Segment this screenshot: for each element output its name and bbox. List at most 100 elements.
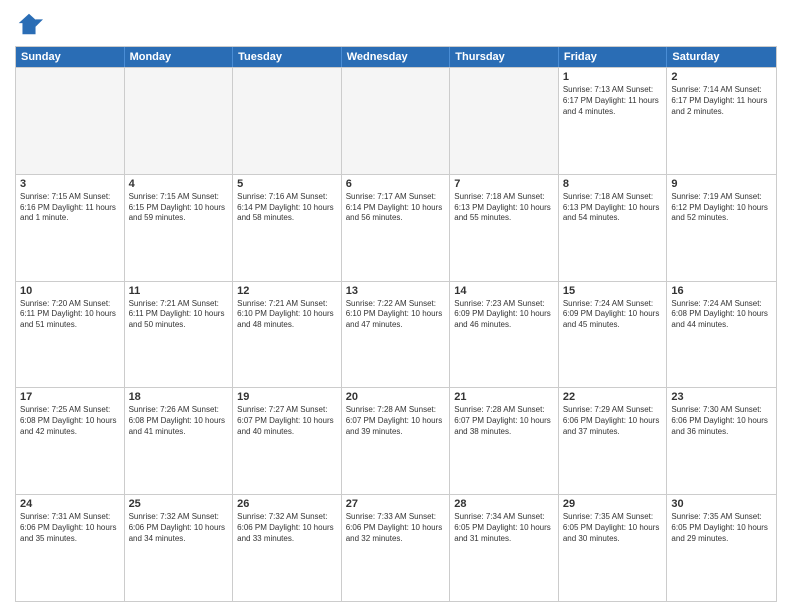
cal-cell: 29 Sunrise: 7:35 AM Sunset: 6:05 PM Dayli… [559, 495, 668, 601]
day-number: 2 [671, 71, 772, 83]
cal-cell: 2 Sunrise: 7:14 AM Sunset: 6:17 PM Daylig… [667, 68, 776, 174]
day-number: 8 [563, 178, 663, 190]
header-cell-tuesday: Tuesday [233, 47, 342, 67]
day-number: 10 [20, 285, 120, 297]
day-number: 3 [20, 178, 120, 190]
cal-cell: 18 Sunrise: 7:26 AM Sunset: 6:08 PM Dayli… [125, 388, 234, 494]
cal-row-4: 24 Sunrise: 7:31 AM Sunset: 6:06 PM Dayli… [16, 494, 776, 601]
day-info: Sunrise: 7:33 AM Sunset: 6:06 PM Dayligh… [346, 512, 446, 544]
day-number: 22 [563, 391, 663, 403]
day-info: Sunrise: 7:32 AM Sunset: 6:06 PM Dayligh… [237, 512, 337, 544]
day-number: 23 [671, 391, 772, 403]
day-number: 20 [346, 391, 446, 403]
header [15, 10, 777, 38]
day-number: 24 [20, 498, 120, 510]
cal-cell: 14Sunrise: 7:23 AM Sunset: 6:09 PM Dayli… [450, 282, 559, 388]
day-info: Sunrise: 7:35 AM Sunset: 6:05 PM Dayligh… [563, 512, 663, 544]
logo [15, 10, 47, 38]
day-number: 30 [671, 498, 772, 510]
cal-cell: 26 Sunrise: 7:32 AM Sunset: 6:06 PM Dayli… [233, 495, 342, 601]
day-info: Sunrise: 7:27 AM Sunset: 6:07 PM Dayligh… [237, 405, 337, 437]
day-number: 15 [563, 285, 663, 297]
header-cell-saturday: Saturday [667, 47, 776, 67]
day-info: Sunrise: 7:21 AM Sunset: 6:10 PM Dayligh… [237, 299, 337, 331]
day-info: Sunrise: 7:20 AM Sunset: 6:11 PM Dayligh… [20, 299, 120, 331]
day-info: Sunrise: 7:31 AM Sunset: 6:06 PM Dayligh… [20, 512, 120, 544]
day-info: Sunrise: 7:15 AM Sunset: 6:16 PM Dayligh… [20, 192, 120, 224]
day-number: 7 [454, 178, 554, 190]
day-info: Sunrise: 7:30 AM Sunset: 6:06 PM Dayligh… [671, 405, 772, 437]
day-number: 6 [346, 178, 446, 190]
calendar-header: SundayMondayTuesdayWednesdayThursdayFrid… [16, 47, 776, 67]
cal-cell: 9 Sunrise: 7:19 AM Sunset: 6:12 PM Daylig… [667, 175, 776, 281]
day-number: 1 [563, 71, 663, 83]
day-number: 21 [454, 391, 554, 403]
day-number: 5 [237, 178, 337, 190]
day-number: 17 [20, 391, 120, 403]
day-number: 25 [129, 498, 229, 510]
cal-cell: 19 Sunrise: 7:27 AM Sunset: 6:07 PM Dayli… [233, 388, 342, 494]
cal-cell: 7 Sunrise: 7:18 AM Sunset: 6:13 PM Daylig… [450, 175, 559, 281]
cal-cell: 8 Sunrise: 7:18 AM Sunset: 6:13 PM Daylig… [559, 175, 668, 281]
cal-cell [16, 68, 125, 174]
cal-cell: 12 Sunrise: 7:21 AM Sunset: 6:10 PM Dayli… [233, 282, 342, 388]
day-number: 29 [563, 498, 663, 510]
day-info: Sunrise: 7:14 AM Sunset: 6:17 PM Dayligh… [671, 85, 772, 117]
cal-cell: 13Sunrise: 7:22 AM Sunset: 6:10 PM Dayli… [342, 282, 451, 388]
day-info: Sunrise: 7:15 AM Sunset: 6:15 PM Dayligh… [129, 192, 229, 224]
day-number: 11 [129, 285, 229, 297]
day-info: Sunrise: 7:18 AM Sunset: 6:13 PM Dayligh… [454, 192, 554, 224]
header-cell-thursday: Thursday [450, 47, 559, 67]
day-number: 12 [237, 285, 337, 297]
header-cell-sunday: Sunday [16, 47, 125, 67]
cal-cell [233, 68, 342, 174]
day-info: Sunrise: 7:29 AM Sunset: 6:06 PM Dayligh… [563, 405, 663, 437]
day-info: Sunrise: 7:26 AM Sunset: 6:08 PM Dayligh… [129, 405, 229, 437]
cal-cell: 23 Sunrise: 7:30 AM Sunset: 6:06 PM Dayli… [667, 388, 776, 494]
day-info: Sunrise: 7:24 AM Sunset: 6:08 PM Dayligh… [671, 299, 772, 331]
cal-cell: 27 Sunrise: 7:33 AM Sunset: 6:06 PM Dayli… [342, 495, 451, 601]
header-cell-monday: Monday [125, 47, 234, 67]
cal-cell: 21 Sunrise: 7:28 AM Sunset: 6:07 PM Dayli… [450, 388, 559, 494]
cal-row-2: 10 Sunrise: 7:20 AM Sunset: 6:11 PM Dayli… [16, 281, 776, 388]
day-number: 4 [129, 178, 229, 190]
day-number: 9 [671, 178, 772, 190]
day-number: 18 [129, 391, 229, 403]
day-number: 27 [346, 498, 446, 510]
cal-cell: 30 Sunrise: 7:35 AM Sunset: 6:05 PM Dayli… [667, 495, 776, 601]
cal-cell: 24 Sunrise: 7:31 AM Sunset: 6:06 PM Dayli… [16, 495, 125, 601]
cal-cell: 6Sunrise: 7:17 AM Sunset: 6:14 PM Daylig… [342, 175, 451, 281]
day-info: Sunrise: 7:35 AM Sunset: 6:05 PM Dayligh… [671, 512, 772, 544]
day-number: 28 [454, 498, 554, 510]
cal-cell: 3 Sunrise: 7:15 AM Sunset: 6:16 PM Daylig… [16, 175, 125, 281]
cal-cell: 22 Sunrise: 7:29 AM Sunset: 6:06 PM Dayli… [559, 388, 668, 494]
day-number: 26 [237, 498, 337, 510]
calendar-body: 1 Sunrise: 7:13 AM Sunset: 6:17 PM Daylig… [16, 67, 776, 601]
cal-cell: 20 Sunrise: 7:28 AM Sunset: 6:07 PM Dayli… [342, 388, 451, 494]
page: SundayMondayTuesdayWednesdayThursdayFrid… [0, 0, 792, 612]
cal-cell: 5 Sunrise: 7:16 AM Sunset: 6:14 PM Daylig… [233, 175, 342, 281]
day-info: Sunrise: 7:28 AM Sunset: 6:07 PM Dayligh… [346, 405, 446, 437]
cal-cell: 4 Sunrise: 7:15 AM Sunset: 6:15 PM Daylig… [125, 175, 234, 281]
cal-cell: 25 Sunrise: 7:32 AM Sunset: 6:06 PM Dayli… [125, 495, 234, 601]
day-info: Sunrise: 7:25 AM Sunset: 6:08 PM Dayligh… [20, 405, 120, 437]
day-info: Sunrise: 7:21 AM Sunset: 6:11 PM Dayligh… [129, 299, 229, 331]
calendar: SundayMondayTuesdayWednesdayThursdayFrid… [15, 46, 777, 602]
day-info: Sunrise: 7:24 AM Sunset: 6:09 PM Dayligh… [563, 299, 663, 331]
day-number: 19 [237, 391, 337, 403]
cal-row-1: 3 Sunrise: 7:15 AM Sunset: 6:16 PM Daylig… [16, 174, 776, 281]
cal-cell [342, 68, 451, 174]
cal-cell: 1 Sunrise: 7:13 AM Sunset: 6:17 PM Daylig… [559, 68, 668, 174]
day-info: Sunrise: 7:19 AM Sunset: 6:12 PM Dayligh… [671, 192, 772, 224]
day-info: Sunrise: 7:23 AM Sunset: 6:09 PM Dayligh… [454, 299, 554, 331]
day-info: Sunrise: 7:28 AM Sunset: 6:07 PM Dayligh… [454, 405, 554, 437]
cal-cell: 17 Sunrise: 7:25 AM Sunset: 6:08 PM Dayli… [16, 388, 125, 494]
cal-cell: 15 Sunrise: 7:24 AM Sunset: 6:09 PM Dayli… [559, 282, 668, 388]
day-info: Sunrise: 7:13 AM Sunset: 6:17 PM Dayligh… [563, 85, 663, 117]
cal-row-3: 17 Sunrise: 7:25 AM Sunset: 6:08 PM Dayli… [16, 387, 776, 494]
day-info: Sunrise: 7:18 AM Sunset: 6:13 PM Dayligh… [563, 192, 663, 224]
day-info: Sunrise: 7:32 AM Sunset: 6:06 PM Dayligh… [129, 512, 229, 544]
day-info: Sunrise: 7:16 AM Sunset: 6:14 PM Dayligh… [237, 192, 337, 224]
day-info: Sunrise: 7:34 AM Sunset: 6:05 PM Dayligh… [454, 512, 554, 544]
header-cell-wednesday: Wednesday [342, 47, 451, 67]
